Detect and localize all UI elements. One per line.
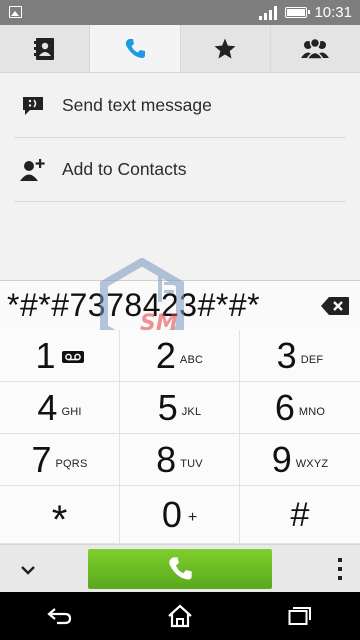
- call-button[interactable]: [88, 549, 272, 589]
- backspace-icon[interactable]: [320, 296, 350, 316]
- home-icon: [168, 604, 192, 628]
- key-2[interactable]: 2 ABC: [120, 330, 240, 382]
- contacts-book-icon: [33, 37, 54, 60]
- tab-dialer[interactable]: [89, 25, 180, 72]
- key-hash[interactable]: #: [240, 486, 360, 544]
- tab-favorites[interactable]: [179, 25, 270, 72]
- back-icon: [47, 608, 72, 625]
- key-1[interactable]: 1: [0, 330, 120, 382]
- image-icon: [9, 6, 22, 18]
- phone-icon: [169, 557, 192, 580]
- navigation-bar: [0, 592, 360, 640]
- message-icon: [20, 94, 46, 118]
- dialer-actions: Send text message Add to Contacts: [0, 74, 360, 202]
- key-7[interactable]: 7 PQRS: [0, 434, 120, 486]
- home-button[interactable]: [120, 592, 240, 640]
- status-time: 10:31: [314, 4, 352, 21]
- recents-button[interactable]: [240, 592, 360, 640]
- tab-bar: [0, 25, 360, 73]
- add-to-contacts-label: Add to Contacts: [62, 159, 187, 179]
- status-bar: 10:31: [0, 0, 360, 25]
- number-display: *#*#7378423#*#*: [0, 280, 360, 330]
- add-to-contacts-action[interactable]: Add to Contacts: [14, 138, 346, 202]
- phone-icon: [125, 38, 145, 58]
- back-button[interactable]: [0, 592, 120, 640]
- key-star[interactable]: *: [0, 486, 120, 544]
- key-0[interactable]: 0 +: [120, 486, 240, 544]
- battery-icon: [285, 7, 310, 18]
- send-text-message-action[interactable]: Send text message: [14, 74, 346, 138]
- recents-icon: [288, 607, 311, 625]
- key-6[interactable]: 6 MNO: [240, 382, 360, 434]
- dial-keypad: 1 2 ABC 3 DEF 4 GHI 5 JKL 6 MNO 7 PQRS 8…: [0, 330, 360, 544]
- add-contact-icon: [20, 158, 46, 182]
- group-icon: [301, 37, 330, 60]
- signal-icon: [259, 6, 277, 20]
- chevron-down-icon[interactable]: [16, 559, 40, 579]
- tab-groups[interactable]: [269, 25, 360, 72]
- star-icon: [214, 38, 236, 58]
- key-8[interactable]: 8 TUV: [120, 434, 240, 486]
- key-9[interactable]: 9 WXYZ: [240, 434, 360, 486]
- call-bar: [0, 544, 360, 592]
- key-4[interactable]: 4 GHI: [0, 382, 120, 434]
- voicemail-icon: [61, 350, 84, 363]
- send-text-message-label: Send text message: [62, 95, 212, 115]
- key-5[interactable]: 5 JKL: [120, 382, 240, 434]
- dialed-number[interactable]: *#*#7378423#*#*: [7, 287, 260, 324]
- key-3[interactable]: 3 DEF: [240, 330, 360, 382]
- overflow-menu-icon[interactable]: [336, 557, 344, 581]
- tab-contacts[interactable]: [0, 25, 89, 72]
